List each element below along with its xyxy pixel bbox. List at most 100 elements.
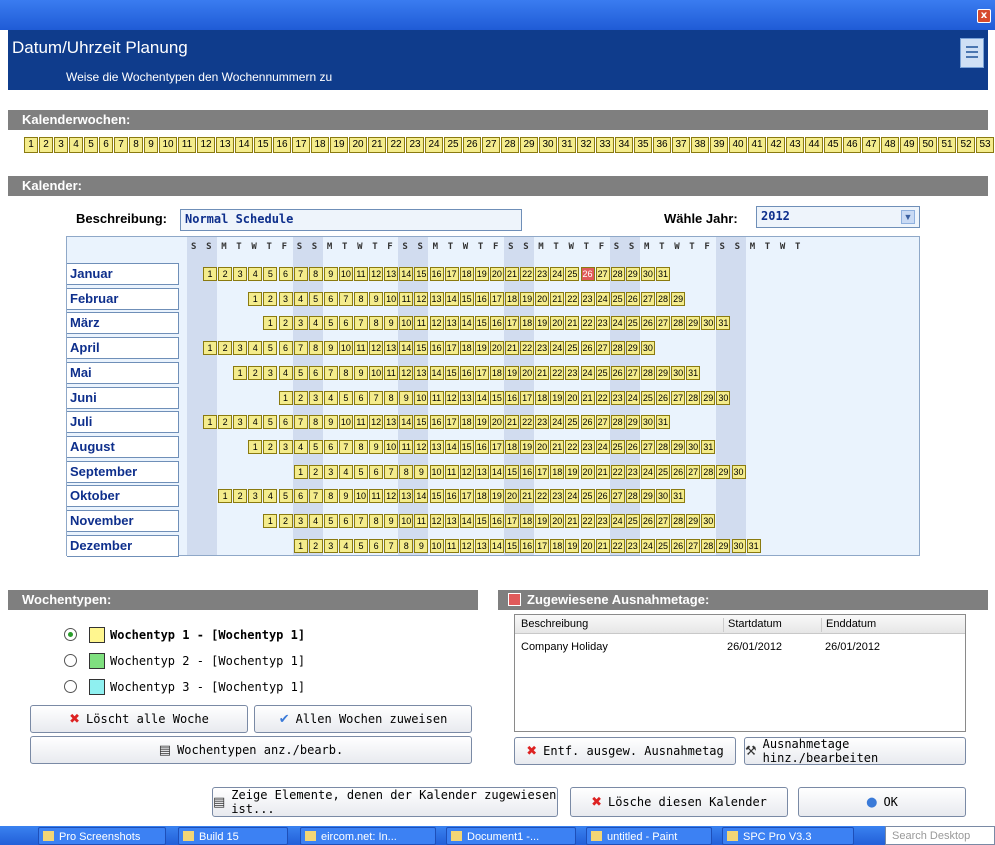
day-cell[interactable]: 13: [384, 267, 399, 281]
month-label[interactable]: Oktober: [67, 485, 179, 508]
day-cell[interactable]: 3: [293, 316, 308, 331]
month-label[interactable]: August: [67, 435, 179, 458]
day-cell[interactable]: 3: [233, 267, 248, 281]
day-cell[interactable]: 25: [625, 514, 640, 528]
week-number[interactable]: 2: [39, 137, 53, 153]
day-cell[interactable]: 17: [505, 316, 519, 331]
week-number[interactable]: 10: [159, 137, 177, 153]
day-cell[interactable]: 27: [671, 390, 686, 405]
day-cell[interactable]: 22: [550, 365, 565, 380]
week-number[interactable]: 8: [129, 137, 143, 153]
day-cell[interactable]: 23: [610, 390, 625, 405]
day-cell[interactable]: 14: [489, 464, 504, 479]
week-number[interactable]: 44: [805, 137, 823, 153]
day-cell[interactable]: 25: [625, 316, 640, 331]
day-cell[interactable]: 12: [429, 316, 444, 331]
day-cell[interactable]: 16: [429, 415, 444, 430]
year-select[interactable]: 2012 ▼: [756, 206, 920, 228]
day-cell[interactable]: 4: [248, 341, 263, 356]
day-cell[interactable]: 29: [686, 514, 701, 528]
day-cell[interactable]: 28: [656, 439, 670, 454]
day-cell[interactable]: 31: [746, 538, 761, 553]
day-cell[interactable]: 6: [278, 341, 293, 356]
day-cell[interactable]: 6: [278, 415, 293, 430]
taskbar-item[interactable]: Pro Screenshots: [38, 827, 166, 845]
day-cell[interactable]: 16: [429, 267, 444, 281]
day-cell[interactable]: 1: [203, 267, 217, 281]
week-number[interactable]: 46: [843, 137, 861, 153]
week-number[interactable]: 30: [539, 137, 557, 153]
day-cell[interactable]: 16: [459, 365, 474, 380]
weektype-radio[interactable]: [64, 628, 77, 641]
day-cell[interactable]: 17: [489, 291, 504, 306]
day-cell[interactable]: 18: [459, 267, 474, 281]
day-cell[interactable]: 27: [686, 464, 701, 479]
day-cell[interactable]: 26: [640, 316, 655, 331]
day-cell[interactable]: 4: [308, 514, 323, 528]
week-number[interactable]: 4: [69, 137, 83, 153]
day-cell[interactable]: 29: [716, 464, 731, 479]
day-cell[interactable]: 2: [218, 415, 233, 430]
day-cell[interactable]: 24: [625, 390, 640, 405]
day-cell[interactable]: 30: [701, 316, 716, 331]
day-cell[interactable]: 1: [203, 415, 217, 430]
chevron-down-icon[interactable]: ▼: [901, 210, 915, 224]
week-number[interactable]: 29: [520, 137, 538, 153]
day-cell[interactable]: 14: [399, 267, 414, 281]
day-cell[interactable]: 10: [414, 390, 429, 405]
week-number[interactable]: 25: [444, 137, 462, 153]
day-cell[interactable]: 8: [323, 489, 338, 504]
day-cell[interactable]: 16: [429, 341, 444, 356]
day-cell[interactable]: 13: [444, 514, 459, 528]
day-cell[interactable]: 10: [384, 291, 399, 306]
day-cell[interactable]: 18: [550, 464, 565, 479]
week-number[interactable]: 3: [54, 137, 68, 153]
day-cell[interactable]: 22: [610, 538, 625, 553]
day-cell[interactable]: 13: [384, 341, 399, 356]
week-number[interactable]: 6: [99, 137, 113, 153]
day-cell[interactable]: 11: [384, 365, 399, 380]
day-cell[interactable]: 28: [701, 538, 716, 553]
day-cell[interactable]: 17: [489, 439, 504, 454]
day-cell[interactable]: 20: [520, 365, 535, 380]
day-cell[interactable]: 7: [338, 439, 353, 454]
day-cell[interactable]: 6: [338, 316, 353, 331]
day-cell[interactable]: 9: [354, 365, 368, 380]
day-cell[interactable]: 17: [535, 538, 550, 553]
day-cell[interactable]: 2: [278, 316, 293, 331]
day-cell[interactable]: 3: [293, 514, 308, 528]
day-cell[interactable]: 14: [474, 390, 489, 405]
day-cell[interactable]: 19: [474, 267, 489, 281]
day-cell[interactable]: 9: [323, 341, 338, 356]
week-number[interactable]: 13: [216, 137, 234, 153]
day-cell[interactable]: 8: [338, 365, 353, 380]
day-cell[interactable]: 13: [474, 538, 489, 553]
day-cell[interactable]: 29: [716, 538, 731, 553]
day-cell[interactable]: 6: [323, 291, 338, 306]
day-cell[interactable]: 14: [444, 439, 459, 454]
day-cell[interactable]: 6: [369, 464, 384, 479]
day-cell[interactable]: 11: [444, 464, 459, 479]
day-cell[interactable]: 27: [686, 538, 701, 553]
day-cell[interactable]: 20: [535, 439, 550, 454]
day-cell[interactable]: 10: [338, 267, 353, 281]
day-cell[interactable]: 27: [595, 415, 610, 430]
week-number[interactable]: 33: [596, 137, 614, 153]
week-number[interactable]: 7: [114, 137, 128, 153]
day-cell[interactable]: 21: [535, 365, 550, 380]
day-cell[interactable]: 3: [308, 390, 323, 405]
day-cell[interactable]: 25: [565, 415, 580, 430]
day-cell[interactable]: 18: [505, 439, 519, 454]
day-cell[interactable]: 7: [293, 415, 308, 430]
day-cell[interactable]: 9: [369, 439, 384, 454]
day-cell[interactable]: 5: [308, 439, 323, 454]
day-cell[interactable]: 2: [233, 489, 248, 504]
taskbar-item[interactable]: eircom.net: In...: [300, 827, 436, 845]
day-cell[interactable]: 8: [369, 316, 384, 331]
day-cell[interactable]: 11: [444, 538, 459, 553]
week-number[interactable]: 16: [273, 137, 291, 153]
clear-all-weeks-button[interactable]: ✖ Löscht alle Woche: [30, 705, 248, 733]
day-cell[interactable]: 28: [671, 514, 686, 528]
day-cell[interactable]: 1: [233, 365, 248, 380]
day-cell[interactable]: 11: [399, 291, 414, 306]
